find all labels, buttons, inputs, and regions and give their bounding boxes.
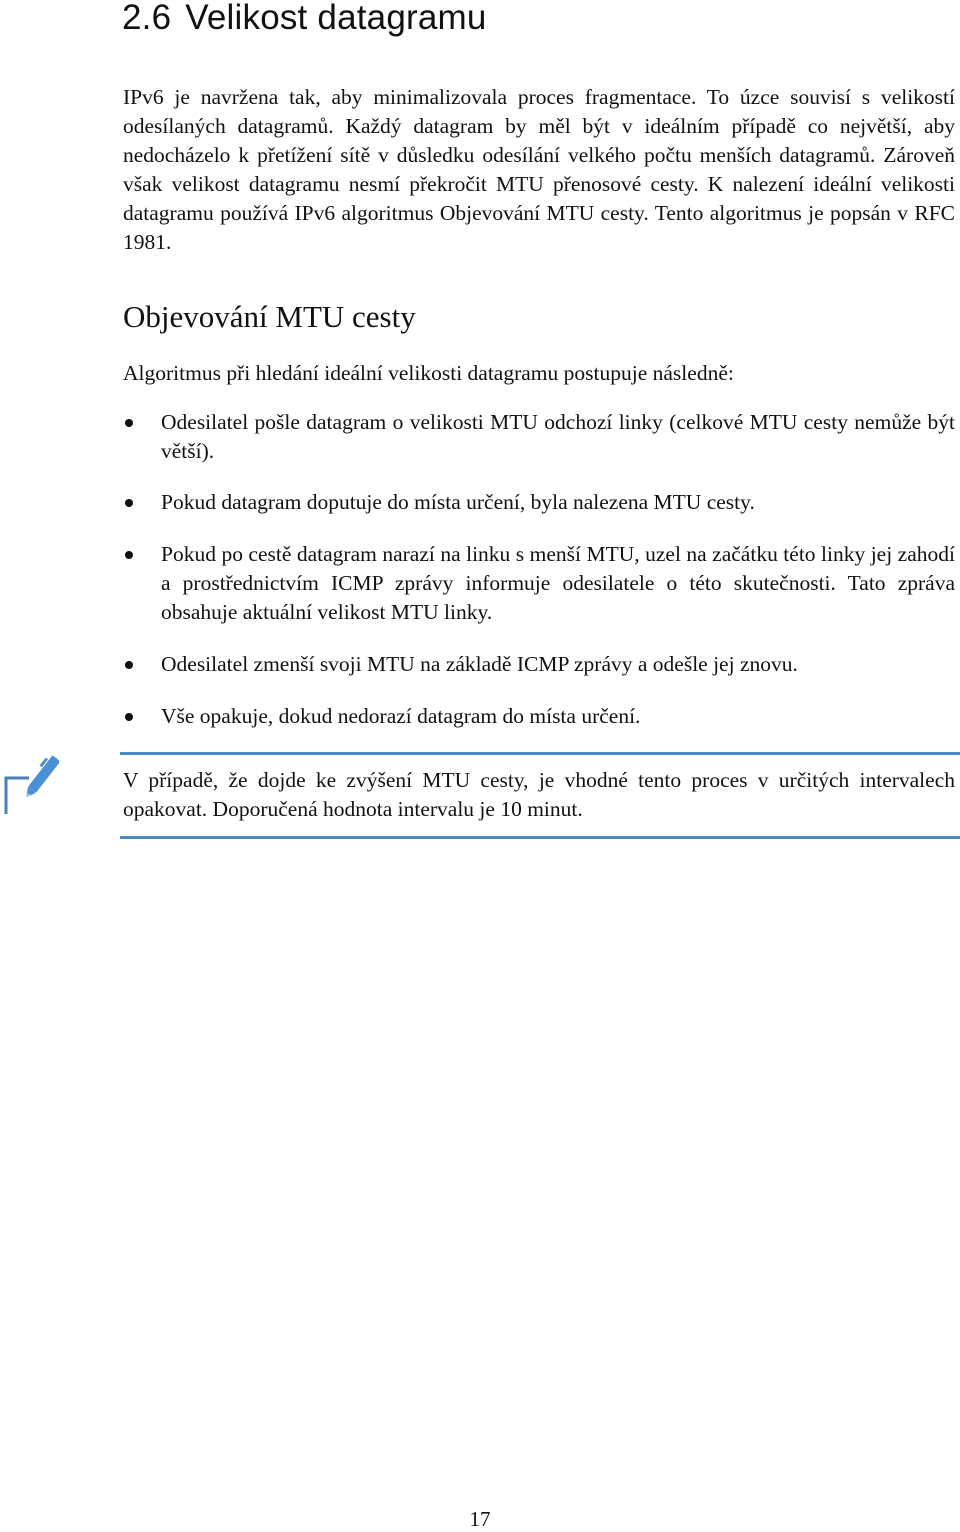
note-top-rule: [120, 752, 960, 755]
document-page: 2.6 Velikost datagramu IPv6 je navržena t…: [0, 0, 960, 1531]
list-item: Vše opakuje, dokud nedorazí datagram do …: [123, 702, 955, 731]
list-item: Pokud datagram doputuje do místa určení,…: [123, 488, 955, 517]
algorithm-steps-list: Odesilatel pošle datagram o velikosti MT…: [123, 408, 955, 731]
bullet-icon: [125, 661, 133, 669]
intro-paragraph: IPv6 je navržena tak, aby minimalizovala…: [123, 85, 955, 254]
bullet-icon: [125, 499, 133, 507]
subsection-heading: Objevování MTU cesty: [123, 299, 416, 334]
pen-note-icon: [3, 752, 61, 818]
bullet-icon: [125, 419, 133, 427]
list-item-text: Odesilatel pošle datagram o velikosti MT…: [161, 410, 955, 463]
list-item-text: Pokud po cestě datagram narazí na linku …: [161, 542, 955, 624]
section-number: 2.6: [122, 0, 172, 37]
bullet-icon: [125, 713, 133, 721]
bullet-icon: [125, 551, 133, 559]
list-item-text: Pokud datagram doputuje do místa určení,…: [161, 490, 755, 514]
section-heading: 2.6 Velikost datagramu: [122, 0, 487, 40]
page-number: 17: [469, 1507, 491, 1531]
list-item: Pokud po cestě datagram narazí na linku …: [123, 540, 955, 627]
subsection-lead: Algoritmus při hledání ideální velikosti…: [123, 361, 734, 385]
list-item: Odesilatel pošle datagram o velikosti MT…: [123, 408, 955, 466]
list-item: Odesilatel zmenší svoji MTU na základě I…: [123, 650, 955, 679]
section-title: Velikost datagramu: [185, 0, 487, 37]
list-item-text: Vše opakuje, dokud nedorazí datagram do …: [161, 704, 641, 728]
list-item-text: Odesilatel zmenší svoji MTU na základě I…: [161, 652, 798, 676]
note-text: V případě, že dojde ke zvýšení MTU cesty…: [123, 768, 955, 821]
note-bottom-rule: [120, 836, 960, 839]
